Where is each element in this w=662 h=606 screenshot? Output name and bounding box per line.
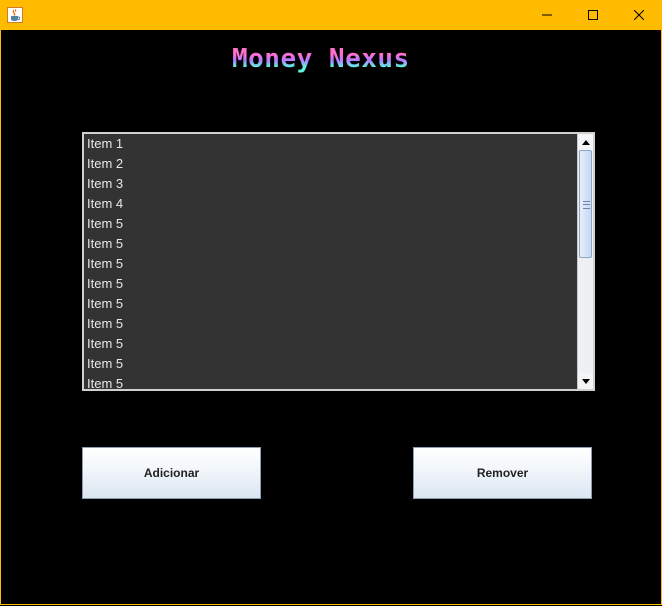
close-icon (634, 10, 644, 20)
minimize-button[interactable] (524, 0, 570, 30)
app-logo: Money Nexus (232, 44, 422, 78)
add-button[interactable]: Adicionar (82, 447, 261, 499)
scroll-up-button[interactable] (578, 134, 593, 150)
scrollbar-thumb[interactable] (579, 150, 592, 258)
list-item[interactable]: Item 5 (84, 274, 577, 294)
arrow-down-icon (581, 378, 590, 384)
remove-button[interactable]: Remover (413, 447, 592, 499)
minimize-icon (542, 14, 552, 16)
list-item[interactable]: Item 5 (84, 334, 577, 354)
java-coffee-cup-icon[interactable] (7, 7, 23, 23)
list-item[interactable]: Item 1 (84, 134, 577, 154)
list-item[interactable]: Item 2 (84, 154, 577, 174)
list-item[interactable]: Item 5 (84, 294, 577, 314)
logo-text: Money Nexus (232, 44, 422, 74)
item-list[interactable]: Item 1 Item 2 Item 3 Item 4 Item 5 Item 5 Item… (82, 132, 595, 391)
arrow-up-icon (581, 139, 590, 145)
item-list-viewport[interactable]: Item 1 Item 2 Item 3 Item 4 Item 5 Item 5 Item… (84, 134, 577, 389)
maximize-icon (588, 10, 598, 20)
list-item[interactable]: Item 5 (84, 214, 577, 234)
vertical-scrollbar[interactable] (577, 134, 593, 389)
grip-icon (583, 201, 590, 209)
close-button[interactable] (616, 0, 662, 30)
list-item[interactable]: Item 4 (84, 194, 577, 214)
maximize-button[interactable] (570, 0, 616, 30)
list-item[interactable]: Item 5 (84, 354, 577, 374)
list-item[interactable]: Item 5 (84, 314, 577, 334)
list-item[interactable]: Item 5 (84, 234, 577, 254)
list-item[interactable]: Item 5 (84, 374, 577, 389)
scroll-down-button[interactable] (578, 373, 593, 389)
list-item[interactable]: Item 5 (84, 254, 577, 274)
list-item[interactable]: Item 3 (84, 174, 577, 194)
title-bar[interactable] (0, 0, 662, 30)
